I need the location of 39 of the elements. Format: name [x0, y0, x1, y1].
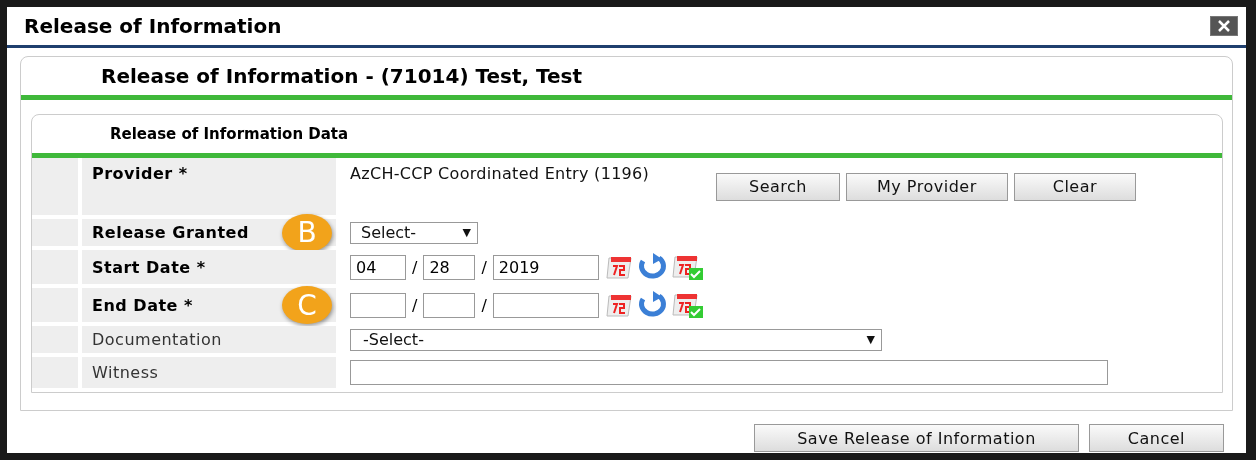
- field-label: Release Granted: [92, 223, 249, 242]
- calendar-icon[interactable]: [604, 292, 635, 318]
- month-field[interactable]: [350, 292, 406, 318]
- form-button[interactable]: Clear: [1013, 172, 1137, 201]
- save-button[interactable]: Save Release of Information: [754, 424, 1079, 452]
- row-gutter: [32, 158, 78, 215]
- year-field[interactable]: [492, 292, 599, 318]
- calendar-icon[interactable]: [604, 254, 635, 280]
- day-field[interactable]: 28: [423, 254, 476, 280]
- select-field[interactable]: -Select- ▼: [350, 328, 882, 351]
- field-label: Start Date *: [92, 257, 206, 277]
- row-gutter: [32, 326, 78, 353]
- date-separator: /: [481, 257, 487, 277]
- provider-name: AzCH-CCP Coordinated Entry (1196): [350, 163, 651, 183]
- select-field[interactable]: Select- ▼: [350, 221, 478, 244]
- calendar-check-icon[interactable]: [670, 253, 705, 281]
- form-button[interactable]: Search: [716, 172, 840, 201]
- day-field[interactable]: [423, 292, 476, 318]
- close-icon: [1217, 20, 1231, 32]
- field-label: End Date *: [92, 295, 193, 315]
- date-separator: /: [412, 295, 418, 315]
- field-label: Witness: [92, 363, 159, 382]
- field-label: Documentation: [92, 330, 222, 349]
- row-gutter: [32, 250, 78, 284]
- calendar-check-icon[interactable]: [670, 291, 705, 319]
- row-gutter: [32, 288, 78, 322]
- witness-field[interactable]: [350, 360, 1108, 385]
- month-field[interactable]: 04: [350, 254, 406, 280]
- date-separator: /: [412, 257, 418, 277]
- row-gutter: [32, 357, 78, 388]
- row-gutter: [32, 219, 78, 246]
- window-title: Release of Information: [24, 14, 282, 38]
- cancel-button[interactable]: Cancel: [1088, 424, 1224, 452]
- panel-title: Release of Information - (71014) Test, Test: [21, 57, 1232, 100]
- year-field[interactable]: 2019: [492, 254, 599, 280]
- form-button[interactable]: My Provider: [845, 172, 1008, 201]
- close-button[interactable]: [1210, 16, 1238, 36]
- date-separator: /: [481, 295, 487, 315]
- field-label: Provider *: [92, 164, 188, 183]
